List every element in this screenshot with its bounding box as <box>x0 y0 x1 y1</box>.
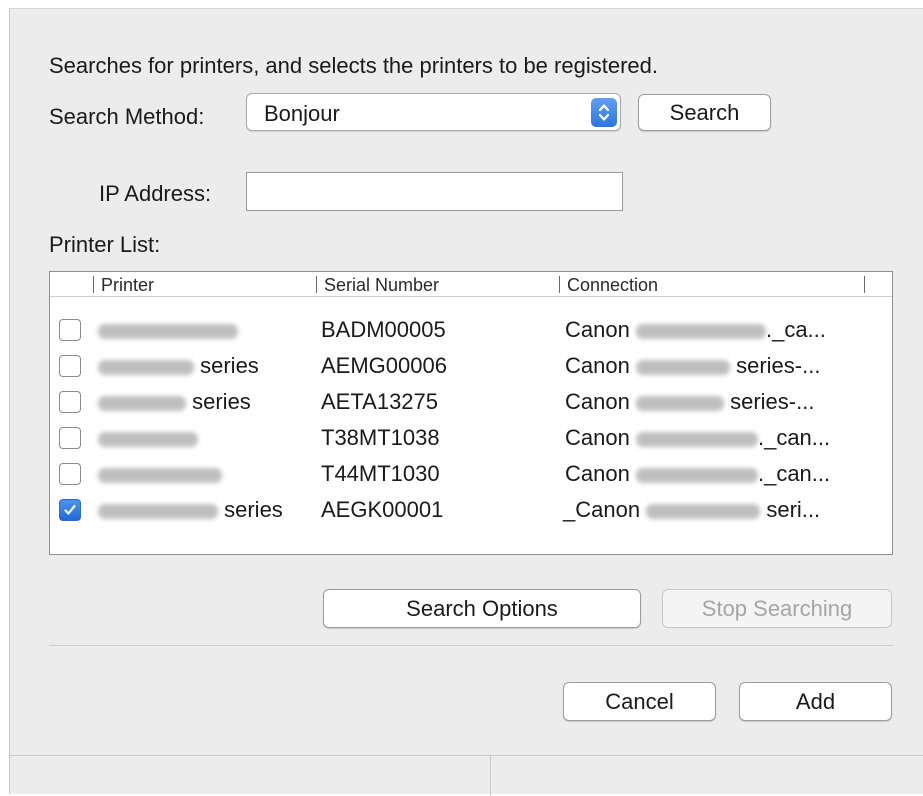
dialog-description: Searches for printers, and selects the p… <box>49 53 658 78</box>
column-separator <box>93 276 94 293</box>
row-checkbox[interactable] <box>59 319 81 341</box>
redacted-name <box>635 323 766 339</box>
connection-cell: Canon ._can... <box>565 425 831 450</box>
redacted-name <box>98 323 238 339</box>
serial-number-cell: AEMG00006 <box>321 353 447 378</box>
column-separator <box>559 276 560 293</box>
redacted-name <box>635 395 724 411</box>
checkmark-icon <box>64 504 76 515</box>
printer-name-cell: series <box>98 353 259 379</box>
column-header-connection[interactable]: Connection <box>567 275 658 296</box>
connection-cell: Canon ._can... <box>565 461 831 486</box>
table-row[interactable]: series AETA13275 Canon series-... <box>50 386 892 422</box>
row-checkbox[interactable] <box>59 499 81 521</box>
table-row[interactable]: T38MT1038 Canon ._can... <box>50 422 892 458</box>
serial-number-cell: AETA13275 <box>321 389 439 414</box>
serial-number-cell: T44MT1030 <box>321 461 440 486</box>
serial-number-cell: T38MT1038 <box>321 425 440 450</box>
search-method-select[interactable]: Bonjour <box>246 93 621 131</box>
serial-number-cell: AEGK00001 <box>321 497 444 522</box>
bottom-panel <box>10 755 923 796</box>
row-checkbox[interactable] <box>59 391 81 413</box>
row-checkbox[interactable] <box>59 355 81 377</box>
redacted-name <box>98 503 218 519</box>
add-button[interactable]: Add <box>739 682 892 721</box>
chevron-up-down-icon <box>591 98 617 127</box>
column-separator <box>864 276 865 293</box>
table-row[interactable]: series AEGK00001 _Canon seri... <box>50 494 892 530</box>
printer-name-cell: series <box>98 497 283 523</box>
redacted-name <box>98 467 222 483</box>
redacted-name <box>635 467 758 483</box>
redacted-name <box>646 503 761 519</box>
column-header-printer[interactable]: Printer <box>101 275 154 296</box>
cancel-button[interactable]: Cancel <box>563 682 716 721</box>
table-row[interactable]: BADM00005 Canon ._ca... <box>50 314 892 350</box>
search-options-button[interactable]: Search Options <box>323 589 641 628</box>
connection-cell: _Canon seri... <box>563 497 821 522</box>
table-row[interactable]: T44MT1030 Canon ._can... <box>50 458 892 494</box>
search-method-label: Search Method: <box>49 104 205 129</box>
connection-cell: Canon series-... <box>565 353 821 378</box>
redacted-name <box>635 431 758 447</box>
printer-list-label: Printer List: <box>49 232 161 257</box>
row-checkbox[interactable] <box>59 427 81 449</box>
row-checkbox[interactable] <box>59 463 81 485</box>
redacted-name <box>98 395 186 411</box>
register-printer-dialog: Searches for printers, and selects the p… <box>9 8 923 796</box>
printer-name-cell: series <box>98 389 251 415</box>
column-header-serial-number[interactable]: Serial Number <box>324 275 439 296</box>
serial-number-cell: BADM00005 <box>321 317 446 342</box>
column-separator <box>316 276 317 293</box>
printer-name-cell <box>98 425 198 451</box>
ip-address-input[interactable] <box>246 172 623 211</box>
printer-name-cell <box>98 461 222 487</box>
printer-list-table[interactable]: Printer Serial Number Connection BADM000… <box>49 271 893 555</box>
stop-searching-button[interactable]: Stop Searching <box>662 589 892 628</box>
divider <box>49 645 893 646</box>
connection-cell: Canon ._ca... <box>565 317 826 342</box>
ip-address-label: IP Address: <box>99 181 212 206</box>
redacted-name <box>98 431 198 447</box>
panel-separator <box>490 756 491 796</box>
connection-cell: Canon series-... <box>565 389 815 414</box>
printer-name-cell <box>98 317 238 343</box>
redacted-name <box>635 359 730 375</box>
search-method-value: Bonjour <box>264 101 340 126</box>
search-button[interactable]: Search <box>638 94 771 131</box>
redacted-name <box>98 359 194 375</box>
table-header: Printer Serial Number Connection <box>50 272 892 297</box>
table-row[interactable]: series AEMG00006 Canon series-... <box>50 350 892 386</box>
